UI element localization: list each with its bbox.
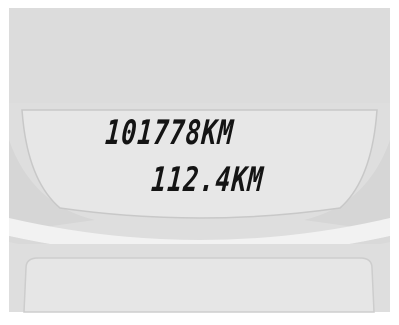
trip-meter-reading: 112.4KM	[149, 160, 266, 200]
odometer-reading: 101778KM	[103, 113, 236, 153]
instrument-cluster: 101778KM 112.4KM	[0, 0, 399, 320]
lower-display-window	[23, 257, 375, 313]
